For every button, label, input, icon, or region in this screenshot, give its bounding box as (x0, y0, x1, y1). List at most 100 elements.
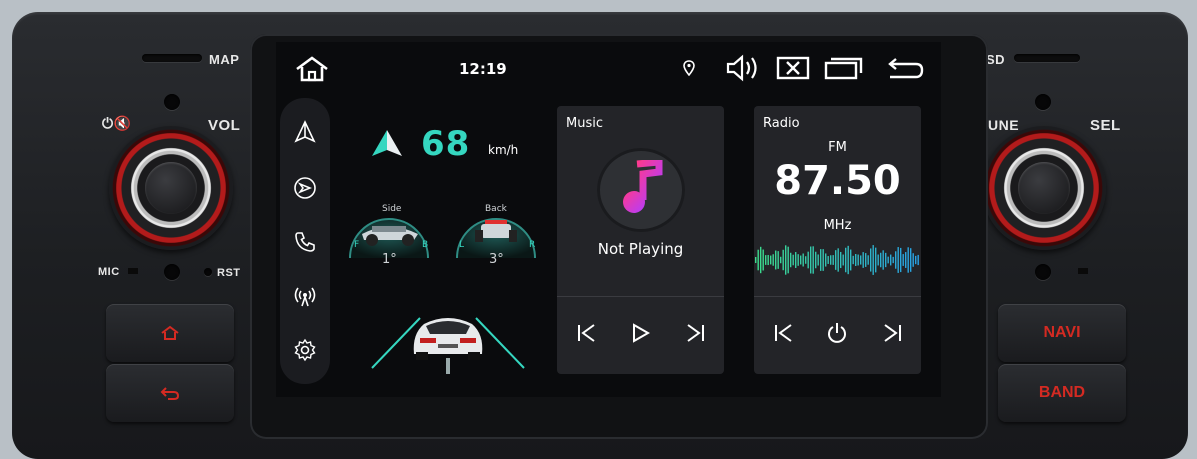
home-outline-icon (161, 325, 179, 340)
waveform-bar (897, 247, 899, 273)
waveform-bar (815, 251, 817, 269)
waveform-bar (770, 255, 772, 265)
sd-label: SD (986, 52, 1006, 67)
waveform-bar (845, 247, 847, 273)
radio-band: FM (828, 140, 847, 155)
side-gauge-label: Side (382, 204, 402, 214)
waveform-bar (795, 252, 797, 268)
waveform-bar (787, 246, 789, 274)
vol-label: VOL (208, 117, 241, 134)
mute-power-icon: ⏻🔇 (102, 115, 132, 131)
radio-divider (754, 296, 921, 297)
waveform-bar (780, 256, 782, 264)
waveform-bar (810, 246, 812, 274)
radio-next-icon[interactable] (880, 320, 906, 346)
waveform-bar (855, 253, 857, 267)
band-button[interactable]: BAND (998, 364, 1126, 422)
waveform-bar (907, 247, 909, 273)
waveform-bar (777, 251, 779, 269)
waveform-bar (887, 256, 889, 264)
map-card-slot (142, 54, 202, 62)
radio-card[interactable]: Radio FM 87.50 MHz (754, 106, 921, 374)
waveform-bar (797, 254, 799, 266)
waveform-bar (842, 254, 844, 266)
radio-previous-icon[interactable] (770, 320, 796, 346)
mic-hole-top (164, 94, 180, 110)
waveform-bar (825, 253, 827, 267)
back-gauge-value: 3° (489, 252, 504, 267)
back-icon[interactable] (886, 56, 926, 80)
audio-waveform (755, 245, 919, 275)
waveform-bar (812, 246, 814, 274)
waveform-bar (755, 257, 757, 263)
waveform-bar (895, 251, 897, 269)
back-gauge-label: Back (485, 204, 507, 214)
waveform-bar (900, 247, 902, 273)
waveform-bar (820, 249, 822, 271)
status-bar: 12:19 (276, 42, 941, 94)
side-gauge-value: 1° (382, 252, 397, 267)
back-arrow-icon (160, 387, 180, 400)
radio-card-title: Radio (763, 116, 800, 131)
waveform-bar (785, 245, 787, 275)
back-gauge-right: R (529, 240, 536, 250)
settings-icon[interactable] (293, 338, 317, 362)
music-card-title: Music (566, 116, 603, 131)
waveform-bar (822, 249, 824, 271)
hw-home-button[interactable] (106, 304, 234, 362)
close-window-icon[interactable] (776, 56, 810, 80)
heading-arrow-icon (372, 130, 402, 156)
recent-apps-icon[interactable] (824, 56, 864, 80)
waveform-bar (857, 254, 859, 266)
touchscreen: 12:19 68 km/h Side F B 1° Back L R 3° Mu… (276, 42, 941, 397)
previous-icon[interactable] (573, 320, 599, 346)
speed-unit: km/h (488, 143, 519, 157)
waveform-bar (912, 253, 914, 267)
radio-signal-icon[interactable] (293, 284, 317, 308)
waveform-bar (757, 249, 759, 271)
volume-knob[interactable] (109, 126, 233, 250)
music-card[interactable]: Music Not Playing (557, 106, 724, 374)
waveform-bar (790, 252, 792, 268)
waveform-bar (800, 255, 802, 265)
waveform-bar (827, 256, 829, 264)
navi-button[interactable]: NAVI (998, 304, 1126, 362)
phone-icon[interactable] (293, 230, 317, 254)
waveform-bar (807, 251, 809, 269)
car-play-icon[interactable] (293, 176, 317, 200)
back-gauge-left: L (459, 240, 465, 250)
app-sidebar (280, 98, 330, 384)
waveform-bar (910, 248, 912, 272)
location-icon (683, 60, 695, 76)
waveform-bar (850, 249, 852, 271)
home-icon[interactable] (294, 56, 330, 82)
navigation-icon[interactable] (293, 120, 317, 144)
reset-button[interactable] (204, 268, 212, 276)
next-icon[interactable] (683, 320, 709, 346)
hw-back-button[interactable] (106, 364, 234, 422)
mic-hole (164, 264, 180, 280)
waveform-bar (872, 245, 874, 275)
side-tilt-gauge: Side F B 1° (344, 200, 434, 268)
waveform-bar (775, 250, 777, 270)
power-icon[interactable] (824, 320, 850, 346)
play-icon[interactable] (627, 320, 653, 346)
music-divider (557, 296, 724, 297)
speed-value: 68 (421, 124, 471, 164)
waveform-bar (875, 247, 877, 273)
mic-label: MIC (98, 266, 120, 278)
waveform-bar (865, 253, 867, 267)
car-rear-view-image (371, 317, 525, 374)
waveform-bar (830, 255, 832, 265)
side-gauge-left: F (354, 240, 360, 250)
mic-indicator (128, 268, 138, 274)
music-note-icon (623, 160, 663, 213)
radio-frequency: 87.50 (774, 158, 901, 204)
waveform-bar (762, 249, 764, 271)
volume-icon[interactable] (725, 54, 761, 82)
waveform-bar (882, 250, 884, 270)
waveform-bar (867, 255, 869, 265)
tune-knob[interactable] (982, 126, 1106, 250)
map-label: MAP (209, 52, 240, 67)
waveform-bar (885, 252, 887, 268)
